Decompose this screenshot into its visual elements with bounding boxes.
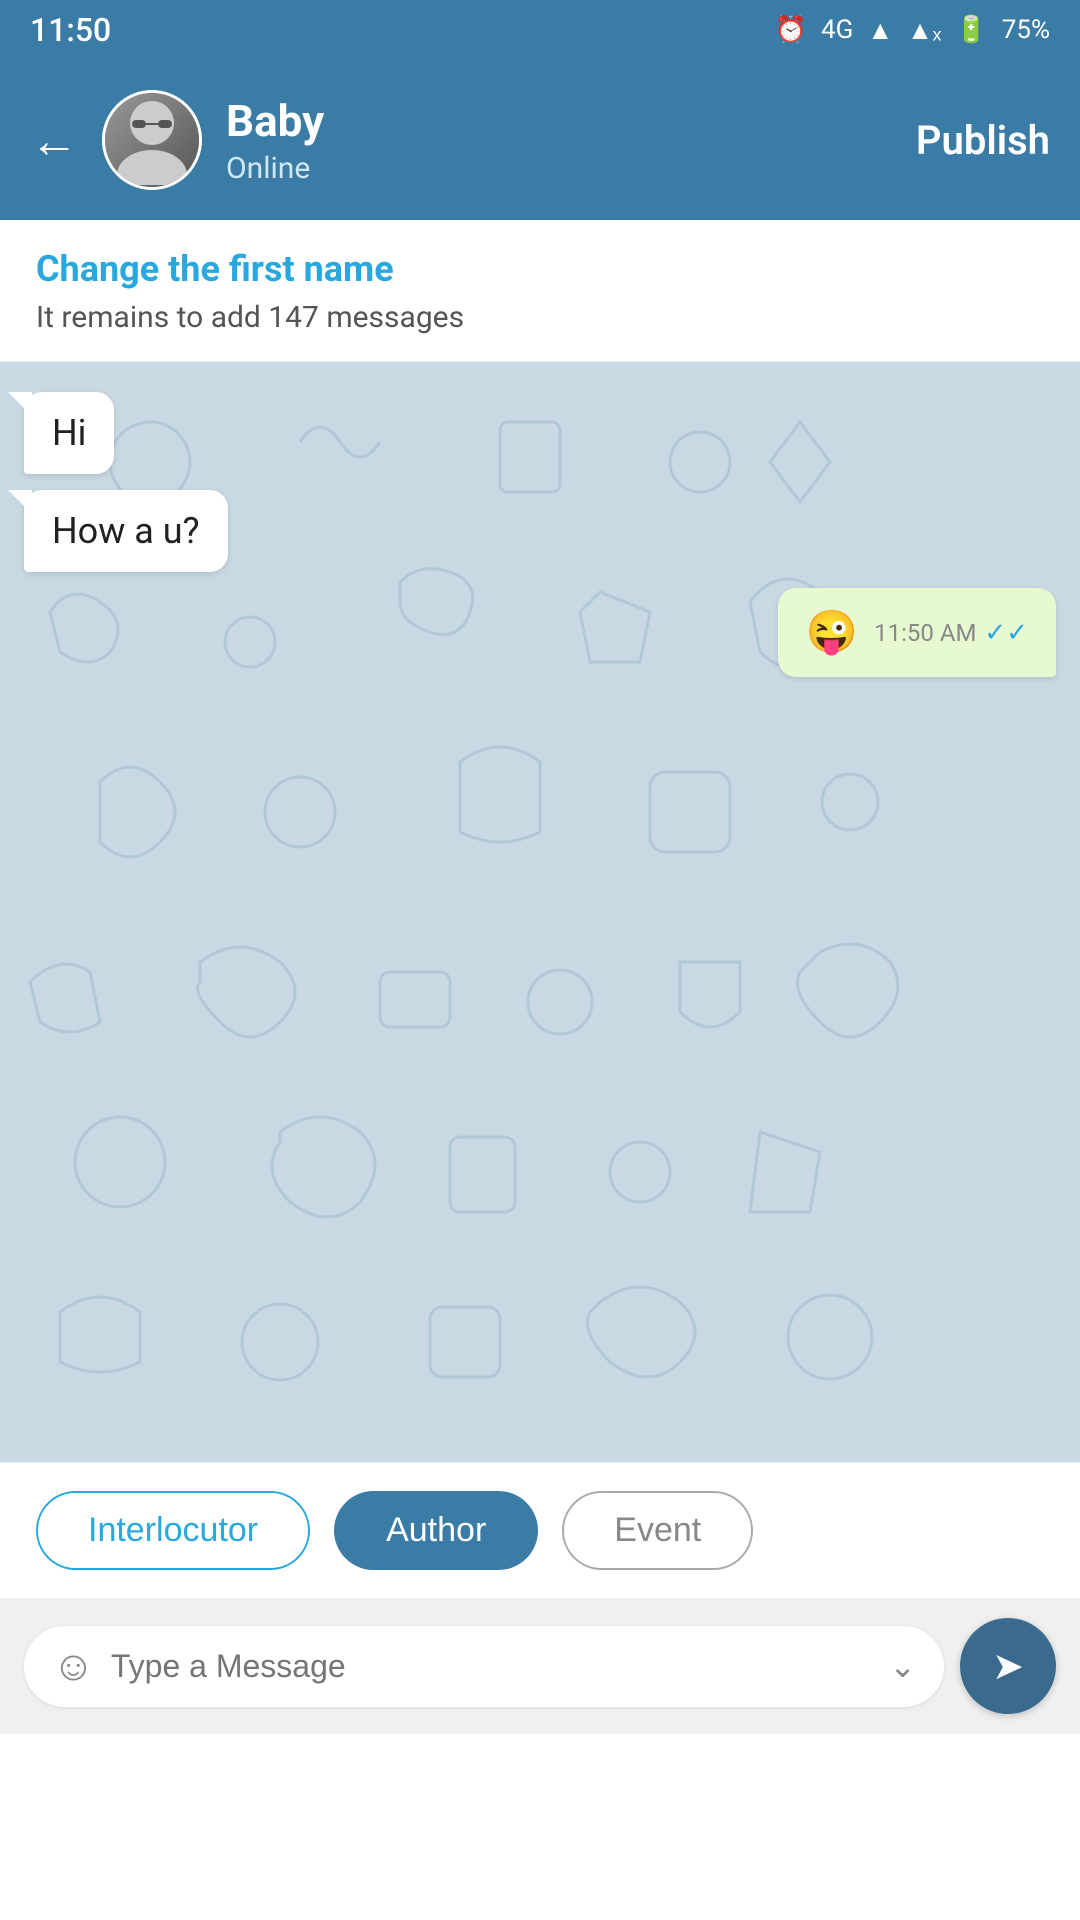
- contact-name: Baby: [226, 95, 324, 147]
- sent-emoji: 😜: [806, 608, 858, 657]
- emoji-picker-button[interactable]: ☺: [52, 1642, 95, 1691]
- message-meta: 11:50 AM ✓✓: [874, 618, 1028, 648]
- signal-icon: ▲: [867, 15, 893, 46]
- role-interlocutor-button[interactable]: Interlocutor: [36, 1491, 310, 1570]
- chat-header: ← Baby Online Publish: [0, 60, 1080, 220]
- network-label: 4G: [821, 15, 853, 45]
- message-bubble-3: 😜 11:50 AM ✓✓: [778, 588, 1056, 677]
- battery-icon: 🔋: [955, 15, 987, 45]
- notice-title[interactable]: Change the first name: [36, 248, 1044, 290]
- message-time: 11:50 AM: [874, 619, 976, 647]
- alarm-icon: ⏰: [775, 15, 807, 45]
- chat-area: Hi How a u? 😜 11:50 AM ✓✓: [0, 362, 1080, 1462]
- battery-level: 75%: [1002, 15, 1050, 45]
- message-text-1: Hi: [52, 412, 86, 454]
- input-bar: ☺ ⌄ ➤: [0, 1598, 1080, 1734]
- notice-subtitle: It remains to add 147 messages: [36, 300, 1044, 335]
- message-bubble-1: Hi: [24, 392, 114, 474]
- message-input[interactable]: [111, 1648, 873, 1685]
- role-selector-bar: Interlocutor Author Event: [0, 1462, 1080, 1598]
- input-wrapper: ☺ ⌄: [24, 1626, 944, 1707]
- message-received-2: How a u?: [24, 490, 228, 572]
- avatar-image: [105, 93, 199, 187]
- contact-avatar[interactable]: [102, 90, 202, 190]
- signal-x-icon: ▲ₓ: [907, 15, 941, 46]
- status-bar: 11:50 ⏰ 4G ▲ ▲ₓ 🔋 75%: [0, 0, 1080, 60]
- checkmark-icon: ✓✓: [984, 618, 1028, 648]
- message-bubble-2: How a u?: [24, 490, 228, 572]
- back-button[interactable]: ←: [30, 112, 78, 169]
- role-author-button[interactable]: Author: [334, 1491, 538, 1570]
- message-text-2: How a u?: [52, 510, 200, 552]
- message-received-1: Hi: [24, 392, 114, 474]
- notice-bar: Change the first name It remains to add …: [0, 220, 1080, 362]
- status-time: 11:50: [30, 11, 111, 49]
- message-sent-1: 😜 11:50 AM ✓✓: [778, 588, 1056, 677]
- chevron-down-icon[interactable]: ⌄: [889, 1647, 916, 1685]
- publish-button[interactable]: Publish: [916, 117, 1050, 164]
- header-info: Baby Online: [226, 95, 324, 186]
- messages-container: Hi How a u? 😜 11:50 AM ✓✓: [0, 362, 1080, 707]
- send-icon: ➤: [992, 1644, 1024, 1689]
- send-button[interactable]: ➤: [960, 1618, 1056, 1714]
- role-event-button[interactable]: Event: [562, 1491, 753, 1570]
- header-left: ← Baby Online: [30, 90, 324, 190]
- status-icons: ⏰ 4G ▲ ▲ₓ 🔋 75%: [775, 15, 1050, 46]
- contact-status: Online: [226, 151, 324, 186]
